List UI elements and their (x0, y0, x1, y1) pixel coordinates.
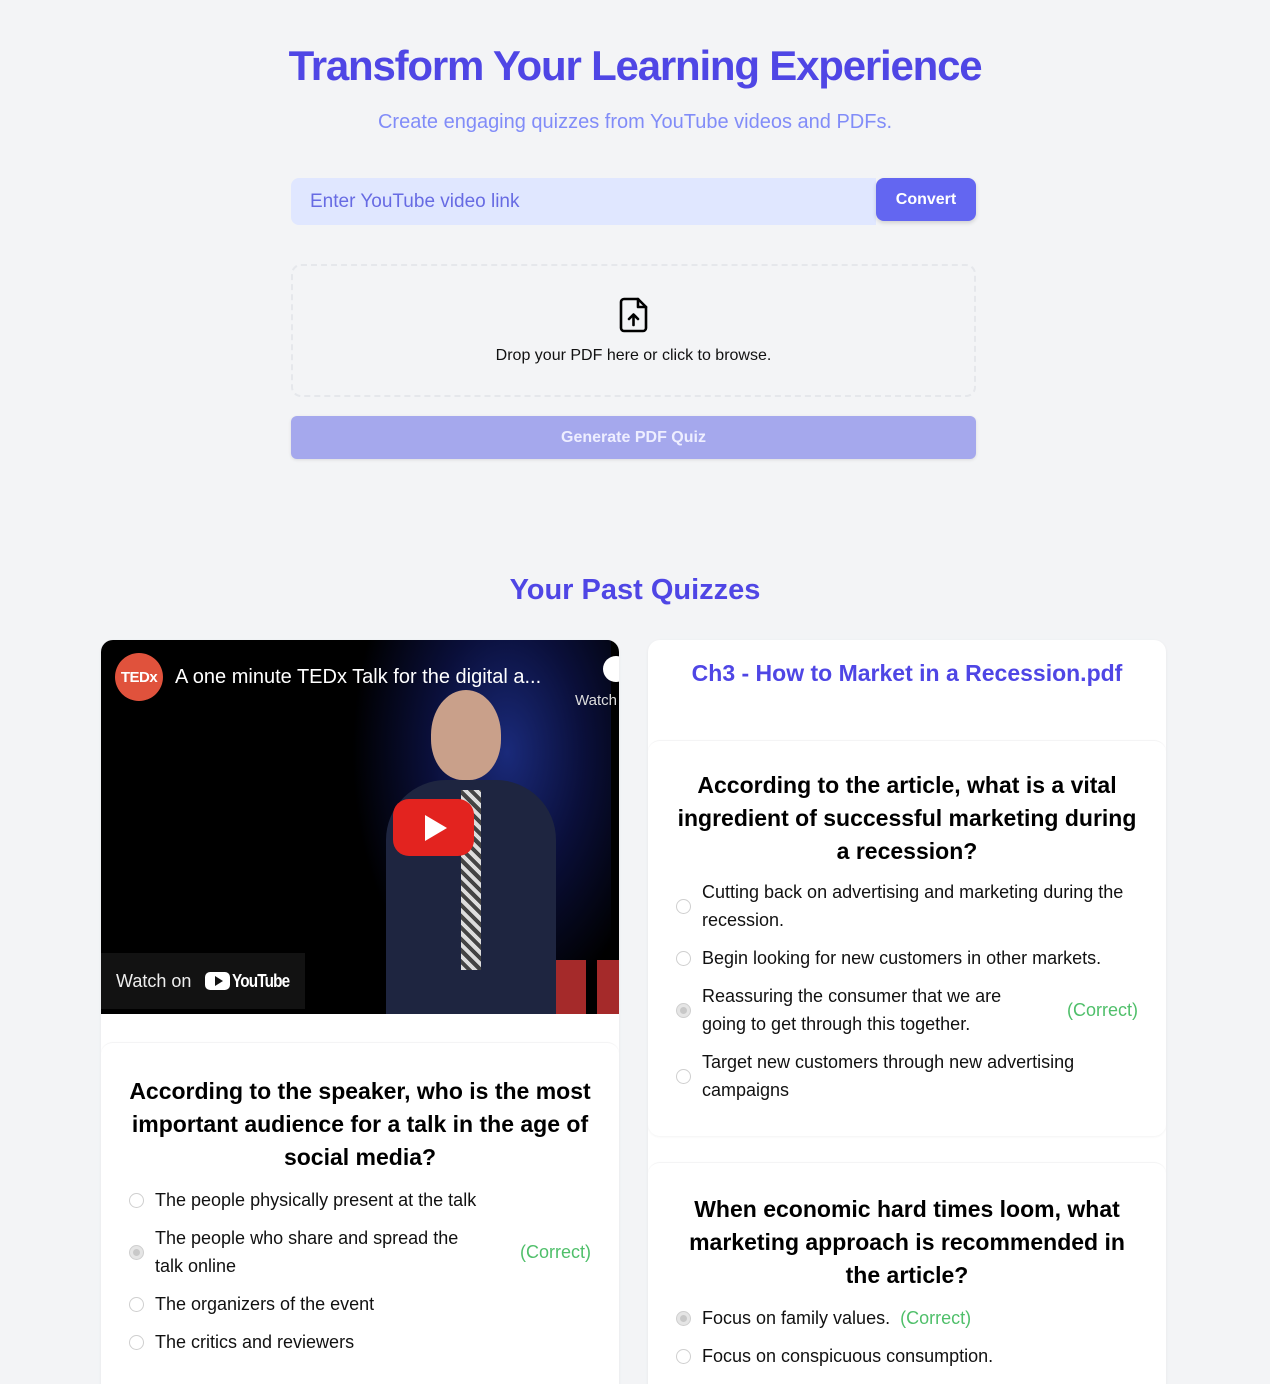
youtube-video-embed[interactable]: TEDx A one minute TEDx Talk for the digi… (101, 640, 619, 1014)
video-stage-decor (597, 960, 619, 1014)
question-block: When economic hard times loom, what mark… (648, 1162, 1166, 1384)
radio-button[interactable] (676, 1068, 691, 1084)
radio-button-selected[interactable] (676, 1310, 691, 1326)
correct-badge: (Correct) (900, 1307, 972, 1328)
pdf-dropzone[interactable]: Drop your PDF here or click to browse. (291, 264, 976, 397)
youtube-logo-icon: YouTube (205, 971, 299, 992)
answer-option[interactable]: The people physically present at the tal… (101, 1186, 619, 1214)
watch-on-label: Watch on (116, 970, 192, 991)
video-thumbnail-speaker-head (431, 690, 501, 780)
question-text: According to the article, what is a vita… (677, 772, 1137, 864)
radio-button[interactable] (676, 950, 691, 966)
options-list: The people physically present at the tal… (101, 1186, 619, 1356)
answer-option[interactable]: Reassuring the consumer that we are goin… (648, 982, 1166, 1038)
answer-option[interactable]: Target new customers through new adverti… (648, 1048, 1166, 1104)
radio-button[interactable] (676, 1348, 691, 1364)
quiz-card-pdf: Ch3 - How to Market in a Recession.pdf A… (648, 640, 1166, 1384)
file-upload-icon (619, 297, 647, 332)
video-title[interactable]: A one minute TEDx Talk for the digital a… (175, 666, 541, 689)
page-title: Transform Your Learning Experience (288, 42, 983, 89)
pdf-quiz-title: Ch3 - How to Market in a Recession.pdf (691, 660, 1123, 686)
generate-pdf-quiz-button[interactable]: Generate PDF Quiz (291, 416, 976, 459)
quiz-card-youtube: TEDx A one minute TEDx Talk for the digi… (101, 640, 619, 1384)
question-text: According to the speaker, who is the mos… (129, 1078, 591, 1170)
answer-option[interactable]: The critics and reviewers (101, 1328, 619, 1356)
correct-badge: (Correct) (1067, 999, 1138, 1020)
answer-option[interactable]: The people who share and spread the talk… (101, 1224, 619, 1280)
watch-on-youtube-button[interactable]: Watch on YouTube (101, 953, 305, 1009)
radio-button-selected[interactable] (676, 1002, 691, 1018)
question-block: According to the speaker, who is the mos… (101, 1042, 619, 1384)
youtube-link-form: Convert (291, 178, 976, 225)
answer-option[interactable]: Focus on conspicuous consumption. (648, 1342, 1166, 1370)
radio-button[interactable] (676, 898, 691, 914)
answer-option[interactable]: Cutting back on advertising and marketin… (648, 878, 1166, 934)
watch-later-label[interactable]: Watch (575, 692, 617, 709)
dropzone-instructions: Drop your PDF here or click to browse. (495, 346, 772, 364)
page-subtitle: Create engaging quizzes from YouTube vid… (377, 111, 892, 133)
youtube-link-input[interactable] (291, 178, 876, 225)
play-button[interactable] (393, 799, 474, 856)
options-list: Cutting back on advertising and marketin… (648, 878, 1166, 1104)
radio-button[interactable] (129, 1296, 144, 1312)
answer-option[interactable]: Begin looking for new customers in other… (648, 944, 1166, 972)
options-list: Focus on family values. (Correct) Focus … (648, 1304, 1166, 1370)
correct-badge: (Correct) (520, 1241, 591, 1262)
radio-button-selected[interactable] (129, 1244, 144, 1260)
convert-button[interactable]: Convert (876, 178, 976, 221)
answer-option[interactable]: Focus on family values. (Correct) (648, 1304, 1166, 1332)
question-text: When economic hard times loom, what mark… (689, 1196, 1125, 1288)
question-block: According to the article, what is a vita… (648, 740, 1166, 1136)
past-quizzes-heading: Your Past Quizzes (509, 574, 761, 606)
play-icon (425, 814, 447, 841)
answer-option[interactable]: The organizers of the event (101, 1290, 619, 1318)
channel-logo-tedx[interactable]: TEDx (115, 653, 163, 701)
radio-button[interactable] (129, 1334, 144, 1350)
radio-button[interactable] (129, 1192, 144, 1208)
